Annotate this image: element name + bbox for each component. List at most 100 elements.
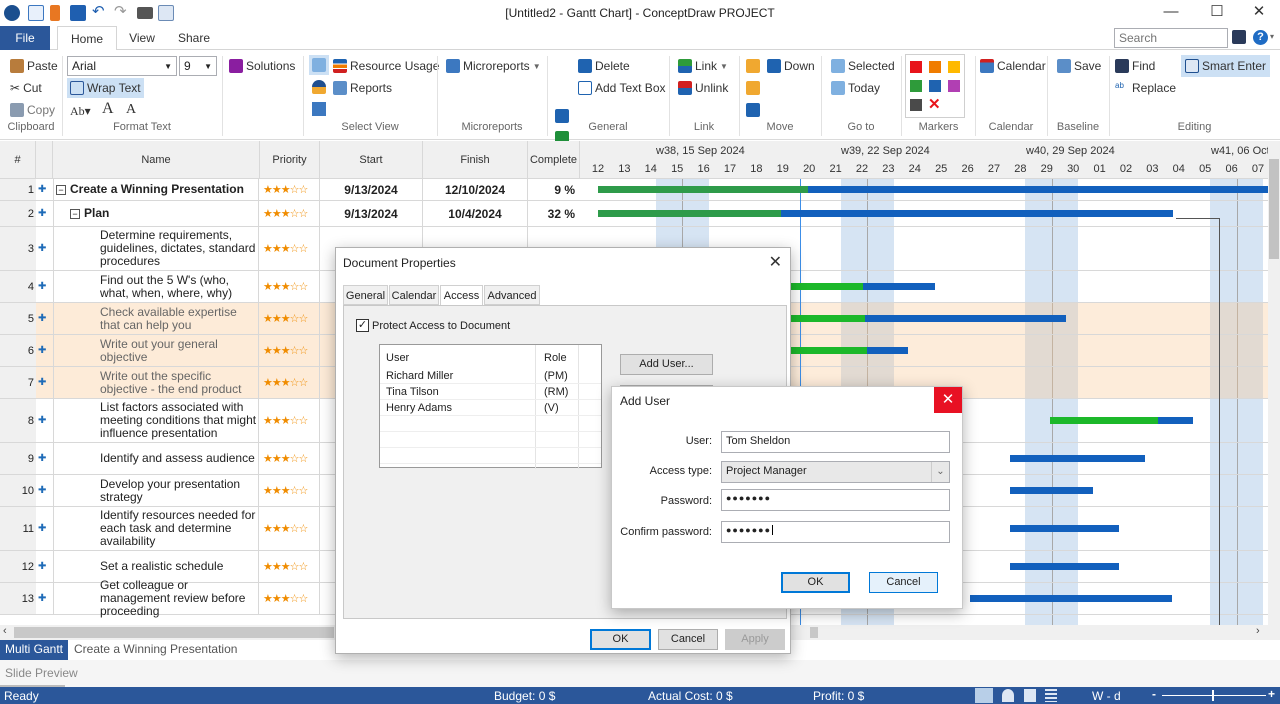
close-button[interactable]: ✕ <box>934 387 962 413</box>
priority-stars[interactable]: ★★★☆☆ <box>260 201 320 226</box>
confirm-password-input[interactable]: ●●●●●●● <box>721 521 950 543</box>
task-bar[interactable] <box>808 186 1268 193</box>
gantt-view-icon[interactable] <box>975 688 993 703</box>
tab-general[interactable]: General <box>343 285 388 305</box>
col-header-complete[interactable]: Complete <box>528 141 580 179</box>
zoom-slider[interactable] <box>1162 695 1266 696</box>
col-header-finish[interactable]: Finish <box>423 141 528 179</box>
goto-selected-button[interactable]: Selected <box>831 56 895 76</box>
outdent-icon[interactable] <box>746 103 760 117</box>
priority-stars[interactable]: ★★★☆☆ <box>260 475 320 506</box>
search-input[interactable] <box>1114 28 1228 48</box>
task-name[interactable]: Identify and assess audience <box>53 443 259 474</box>
font-size-select[interactable]: 9 ▼ <box>179 56 217 76</box>
table-row[interactable]: 1 ✚ − Create a Winning Presentation ★★★☆☆ 9/1… <box>0 179 580 201</box>
col-header-name[interactable]: Name <box>53 141 260 179</box>
paste-button[interactable]: Paste <box>10 56 58 76</box>
marker-red[interactable] <box>910 61 922 73</box>
task-progress-bar[interactable] <box>790 283 863 290</box>
task-name[interactable]: Check available expertise that can help … <box>53 303 259 334</box>
table-row[interactable]: 2 ✚ − Plan ★★★☆☆ 9/13/2024 10/4/2024 32 % <box>0 201 580 227</box>
start-date[interactable]: 9/13/2024 <box>320 201 423 226</box>
tab-share[interactable]: Share <box>172 26 216 50</box>
priority-stars[interactable]: ★★★☆☆ <box>260 303 320 334</box>
priority-stars[interactable]: ★★★☆☆ <box>260 583 320 614</box>
maximize-button[interactable]: ☐ <box>1194 2 1240 24</box>
resource-usage-button[interactable]: Resource Usage <box>333 56 439 76</box>
task-progress-bar[interactable] <box>790 347 867 354</box>
text-style-button[interactable]: Ab▾ <box>70 101 91 121</box>
col-header-num[interactable]: # <box>0 141 36 179</box>
ok-button[interactable]: OK <box>781 572 850 593</box>
marker-gray[interactable] <box>910 99 922 111</box>
close-icon[interactable]: ✕ <box>769 252 782 272</box>
priority-stars[interactable]: ★★★☆☆ <box>260 367 320 398</box>
help-dropdown-icon[interactable]: ▾ <box>1270 32 1274 41</box>
add-text-box-button[interactable]: Add Text Box <box>578 78 666 98</box>
scroll-right-icon[interactable]: › <box>1256 625 1260 637</box>
users-list[interactable]: User Role Richard Miller (PM) Tina Tilson (… <box>379 344 602 469</box>
reports-button[interactable]: Reports <box>333 78 392 98</box>
task-indicator-icon[interactable]: ✚ <box>38 335 52 366</box>
solutions-button[interactable]: Solutions <box>229 56 295 76</box>
user-list-item[interactable]: Henry Adams (V) <box>380 400 601 416</box>
move-down-button[interactable]: Down <box>767 56 815 76</box>
link-button[interactable]: Link ▼ <box>678 56 728 76</box>
zoom-in-icon[interactable]: + <box>1268 687 1275 701</box>
task-progress-bar[interactable] <box>598 210 781 217</box>
task-progress-bar[interactable] <box>1050 417 1158 424</box>
task-name[interactable]: − Plan <box>53 201 259 226</box>
tab-view[interactable]: View <box>124 26 160 50</box>
font-name-select[interactable]: Arial ▼ <box>67 56 177 76</box>
task-bar[interactable] <box>1010 525 1119 532</box>
password-input[interactable]: ●●●●●●● <box>721 489 950 511</box>
task-indicator-icon[interactable]: ✚ <box>38 507 52 550</box>
task-indicator-icon[interactable]: ✚ <box>38 551 52 582</box>
wbs-view-icon[interactable] <box>312 102 326 116</box>
priority-stars[interactable]: ★★★☆☆ <box>260 507 320 550</box>
task-name[interactable]: Write out the specific objective - the e… <box>53 367 259 398</box>
collapse-icon[interactable]: − <box>70 208 80 219</box>
task-name[interactable]: Find out the 5 W's (who, what, when, whe… <box>53 271 259 302</box>
user-list-item[interactable]: Richard Miller (PM) <box>380 368 601 384</box>
microreports-button[interactable]: Microreports ▼ <box>446 56 541 76</box>
delete-button[interactable]: Delete <box>578 56 630 76</box>
zoom-out-icon[interactable]: - <box>1152 687 1156 701</box>
priority-stars[interactable]: ★★★☆☆ <box>260 335 320 366</box>
task-indicator-icon[interactable]: ✚ <box>38 303 52 334</box>
finish-date[interactable]: 10/4/2024 <box>423 201 528 226</box>
percent-complete[interactable]: 9 % <box>528 179 578 200</box>
copy-button[interactable]: Copy <box>10 100 55 120</box>
calendar-button[interactable]: Calendar <box>980 56 1046 76</box>
user-list-item[interactable]: Tina Tilson (RM) <box>380 384 601 400</box>
task-name[interactable]: Identify resources needed for each task … <box>53 507 259 550</box>
unlink-button[interactable]: Unlink <box>678 78 728 98</box>
indent-icon[interactable] <box>746 81 760 95</box>
task-bar[interactable] <box>970 595 1172 602</box>
binoculars-icon[interactable] <box>1232 30 1246 44</box>
task-bar[interactable] <box>1010 563 1119 570</box>
wrap-text-button[interactable]: Wrap Text <box>67 78 144 98</box>
scroll-left-icon[interactable]: ‹ <box>3 625 7 637</box>
finish-date[interactable]: 12/10/2024 <box>423 179 528 200</box>
marker-purple[interactable] <box>948 80 960 92</box>
task-indicator-icon[interactable]: ✚ <box>38 179 52 200</box>
task-indicator-icon[interactable]: ✚ <box>38 443 52 474</box>
task-name[interactable]: Get colleague or management review befor… <box>53 579 259 618</box>
vertical-scrollbar[interactable] <box>1268 141 1280 625</box>
find-button[interactable]: Find <box>1115 56 1155 76</box>
close-button[interactable]: ✕ <box>1236 2 1280 24</box>
tab-calendar[interactable]: Calendar <box>389 285 439 305</box>
task-bar[interactable] <box>867 347 908 354</box>
task-indicator-icon[interactable]: ✚ <box>38 227 52 270</box>
priority-stars[interactable]: ★★★☆☆ <box>260 179 320 200</box>
task-bar[interactable] <box>1010 455 1145 462</box>
move-up-icon[interactable] <box>746 59 760 73</box>
task-indicator-icon[interactable]: ✚ <box>38 367 52 398</box>
tab-home[interactable]: Home <box>57 26 117 51</box>
priority-stars[interactable]: ★★★☆☆ <box>260 271 320 302</box>
task-name[interactable]: Develop your presentation strategy <box>53 475 259 506</box>
task-indicator-icon[interactable]: ✚ <box>38 583 52 614</box>
slide-preview-label[interactable]: Slide Preview <box>5 666 78 680</box>
task-indicator-icon[interactable]: ✚ <box>38 201 52 226</box>
